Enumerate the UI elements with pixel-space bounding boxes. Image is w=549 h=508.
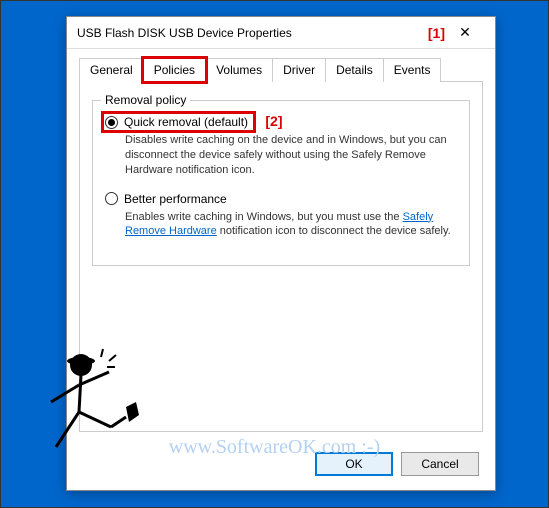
titlebar: USB Flash DISK USB Device Properties [1]…: [67, 17, 495, 49]
desc-prefix: Enables write caching in Windows, but yo…: [125, 211, 403, 223]
desc-suffix: notification icon to disconnect the devi…: [217, 225, 451, 237]
stick-figure-illustration: [31, 347, 141, 467]
annotation-1: [1]: [428, 25, 445, 41]
tab-details[interactable]: Details: [325, 58, 384, 82]
close-icon: ✕: [459, 24, 471, 41]
better-performance-description: Enables write caching in Windows, but yo…: [125, 210, 457, 240]
radio-better-performance[interactable]: [105, 192, 118, 205]
radio-better-performance-label[interactable]: Better performance: [124, 192, 227, 206]
tab-volumes[interactable]: Volumes: [205, 58, 273, 82]
radio-quick-removal-label[interactable]: Quick removal (default): [124, 115, 248, 129]
tab-policies[interactable]: Policies: [143, 58, 206, 82]
dialog-title: USB Flash DISK USB Device Properties: [77, 26, 412, 40]
watermark-bottom: www.SoftwareOK.com :-): [169, 436, 380, 459]
tab-general[interactable]: General: [79, 58, 144, 82]
tab-driver[interactable]: Driver: [272, 58, 326, 82]
radio-quick-removal[interactable]: [105, 116, 118, 129]
tab-events[interactable]: Events: [383, 58, 442, 82]
close-button[interactable]: ✕: [445, 19, 485, 47]
removal-policy-group: Removal policy Quick removal (default) […: [92, 100, 470, 266]
group-legend: Removal policy: [101, 93, 190, 107]
tab-strip: General Policies Volumes Driver Details …: [79, 57, 483, 82]
cancel-button[interactable]: Cancel: [401, 452, 479, 476]
annotation-2: [2]: [265, 113, 282, 129]
quick-removal-description: Disables write caching on the device and…: [125, 133, 457, 178]
